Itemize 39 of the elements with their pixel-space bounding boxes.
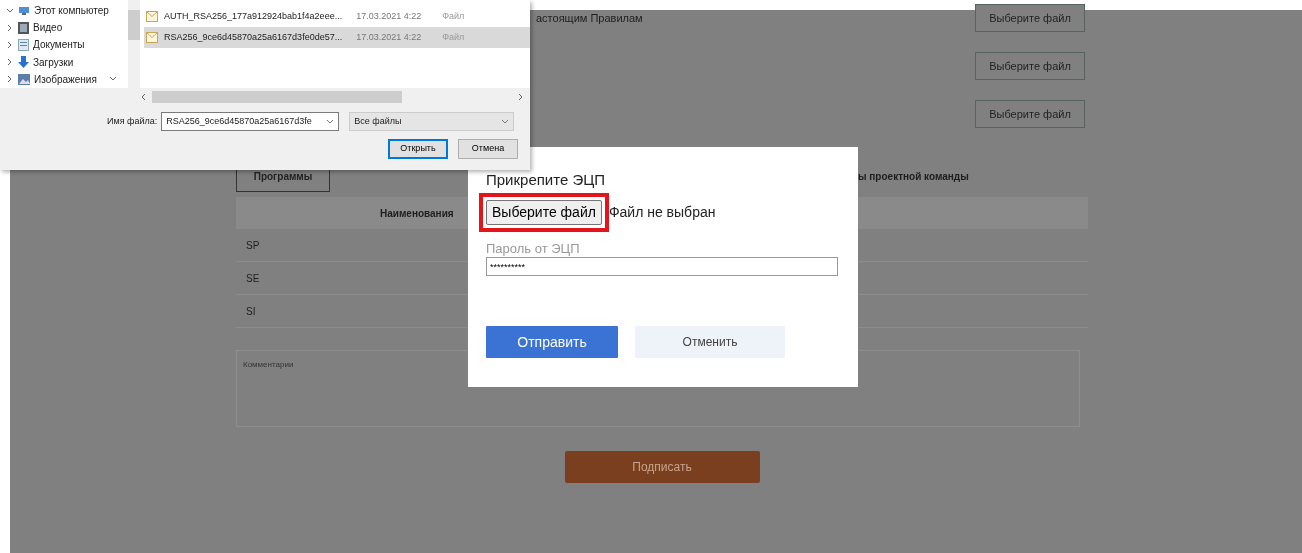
nav-item[interactable]: Видео bbox=[6, 19, 63, 37]
password-field[interactable]: ********** bbox=[486, 257, 838, 276]
film-icon bbox=[18, 21, 29, 34]
rules-text: астоящим Правилам bbox=[536, 10, 643, 26]
submit-button[interactable]: Отправить bbox=[486, 326, 618, 358]
open-button[interactable]: Открыть bbox=[388, 139, 448, 159]
section-heading: ы проектной команды bbox=[858, 169, 969, 184]
nav-item[interactable]: Загрузки bbox=[6, 53, 74, 71]
choose-file-button[interactable]: Выберите файл bbox=[486, 200, 602, 225]
sign-button[interactable]: Подписать bbox=[564, 451, 760, 483]
password-label: Пароль от ЭЦП bbox=[486, 242, 581, 255]
scroll-right-icon bbox=[518, 93, 524, 101]
file-row[interactable]: RSA256_9ce6d45870a25a6167d3fe0de57... 17.03.2021 4:22 Файл bbox=[144, 27, 530, 48]
file-type-select[interactable]: Все файлы bbox=[349, 112, 515, 131]
picture-icon bbox=[18, 73, 30, 85]
cancel-button[interactable]: Отмена bbox=[458, 139, 518, 159]
scroll-left-icon bbox=[140, 93, 146, 101]
file-row[interactable]: AUTH_RSA256_177a912924bab1f4a2eee... 17.03.2021 4:22 Файл bbox=[144, 6, 530, 27]
table-cell-text: SI bbox=[246, 304, 256, 319]
choose-file-button[interactable]: Выберите файл bbox=[975, 52, 1085, 80]
dropdown-caret-icon bbox=[501, 118, 510, 125]
table-cell-text: SP bbox=[246, 238, 260, 253]
filename-field[interactable]: RSA256_9ce6d45870a25a6167d3fe bbox=[161, 112, 340, 131]
cancel-button[interactable]: Отменить bbox=[635, 326, 785, 358]
nav-item[interactable]: Этот компьютер bbox=[6, 2, 109, 19]
choose-file-button[interactable]: Выберите файл bbox=[975, 4, 1085, 32]
choose-file-button[interactable]: Выберите файл bbox=[975, 100, 1085, 128]
nav-item[interactable]: Документы bbox=[6, 36, 85, 54]
document-icon bbox=[18, 38, 29, 51]
filename-label: Имя файла: bbox=[107, 114, 158, 128]
dropdown-caret-icon bbox=[326, 118, 335, 125]
column-header: Наименования bbox=[380, 206, 454, 221]
nav-item[interactable]: Изображения bbox=[6, 70, 117, 88]
download-arrow-icon bbox=[18, 56, 29, 69]
modal-title: Прикрепите ЭЦП bbox=[486, 171, 607, 189]
computer-icon bbox=[18, 5, 30, 16]
file-status-text: Файл не выбран bbox=[608, 203, 716, 222]
table-cell-text: SE bbox=[246, 271, 260, 286]
vertical-scrollbar[interactable] bbox=[128, 0, 140, 88]
